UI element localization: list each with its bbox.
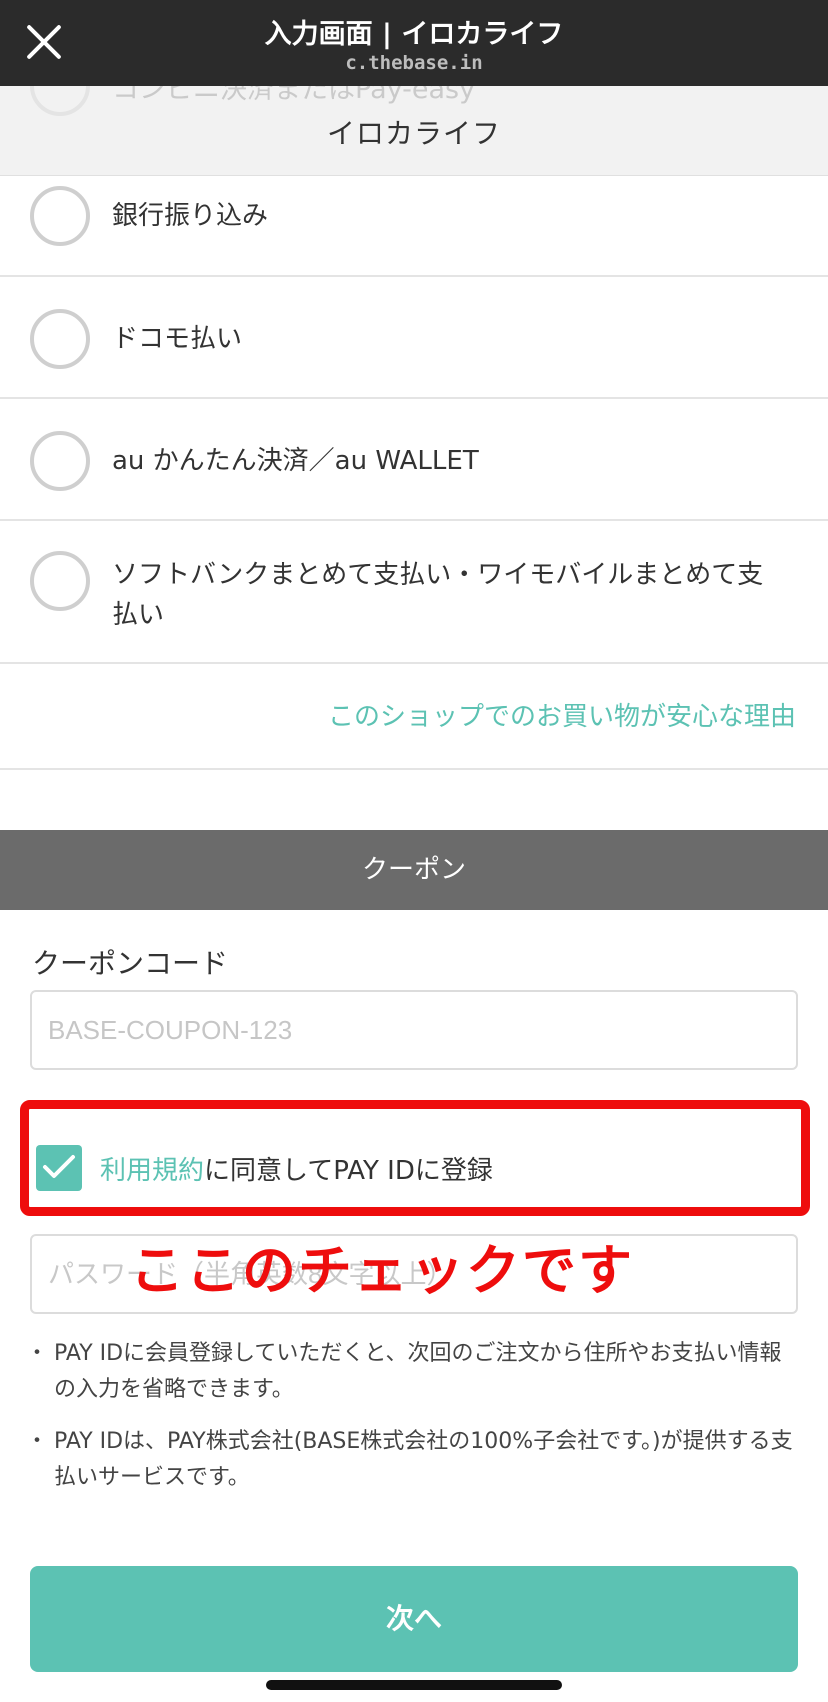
payment-option-label: ドコモ払い (112, 324, 243, 354)
payment-option-label: 銀行振り込み (112, 201, 269, 231)
radio-icon[interactable] (30, 186, 90, 246)
home-indicator (266, 1680, 562, 1690)
safe-shopping-link[interactable]: このショップでのお買い物が安心な理由 (328, 696, 796, 733)
page-domain: c.thebase.in (345, 52, 483, 74)
pay-id-agree-text: 利用規約に同意してPAY IDに登録 (100, 1150, 493, 1187)
shop-header: コンビニ決済またはPay-easy イロカライフ (0, 86, 828, 176)
payment-option-softbank[interactable]: ソフトバンクまとめて支払い・ワイモバイルまとめて支払い (0, 521, 828, 664)
radio-icon[interactable] (30, 431, 90, 491)
payment-option-au[interactable]: au かんたん決済／au WALLET (0, 399, 828, 521)
note-item: PAY IDは、PAY株式会社(BASE株式会社の100%子会社です。)が提供す… (26, 1424, 802, 1496)
coupon-section-header: クーポン (0, 830, 828, 910)
payment-option-label: ソフトバンクまとめて支払い・ワイモバイルまとめて支払い (112, 560, 764, 630)
pay-id-notes: PAY IDに会員登録していただくと、次回のご注文から住所やお支払い情報の入力を… (26, 1336, 802, 1512)
shop-name: イロカライフ (326, 117, 501, 150)
payment-option-docomo[interactable]: ドコモ払い (0, 277, 828, 399)
next-button[interactable]: 次へ (30, 1566, 798, 1672)
note-item: PAY IDに会員登録していただくと、次回のご注文から住所やお支払い情報の入力を… (26, 1336, 802, 1408)
payment-option-label: au かんたん決済／au WALLET (112, 446, 479, 476)
radio-icon[interactable] (30, 309, 90, 369)
browser-top-bar: 入力画面 | イロカライフ c.thebase.in (0, 0, 828, 86)
partial-option-label: コンビニ決済またはPay-easy (112, 86, 476, 105)
pay-id-agree-checkbox[interactable] (36, 1145, 82, 1191)
password-input[interactable] (30, 1234, 798, 1314)
radio-icon[interactable] (30, 551, 90, 611)
payment-options-list: 銀行振り込み ドコモ払い au かんたん決済／au WALLET ソフトバンクま… (0, 176, 828, 664)
terms-link[interactable]: 利用規約 (100, 1156, 204, 1186)
payment-option-bank-transfer[interactable]: 銀行振り込み (0, 176, 828, 277)
safe-shopping-row: このショップでのお買い物が安心な理由 (0, 664, 828, 770)
page-title: 入力画面 | イロカライフ (264, 19, 564, 50)
agree-suffix: に同意してPAY IDに登録 (204, 1156, 493, 1186)
coupon-code-input[interactable] (30, 990, 798, 1070)
checkmark-icon (43, 1155, 75, 1178)
coupon-code-label: クーポンコード (32, 947, 229, 980)
